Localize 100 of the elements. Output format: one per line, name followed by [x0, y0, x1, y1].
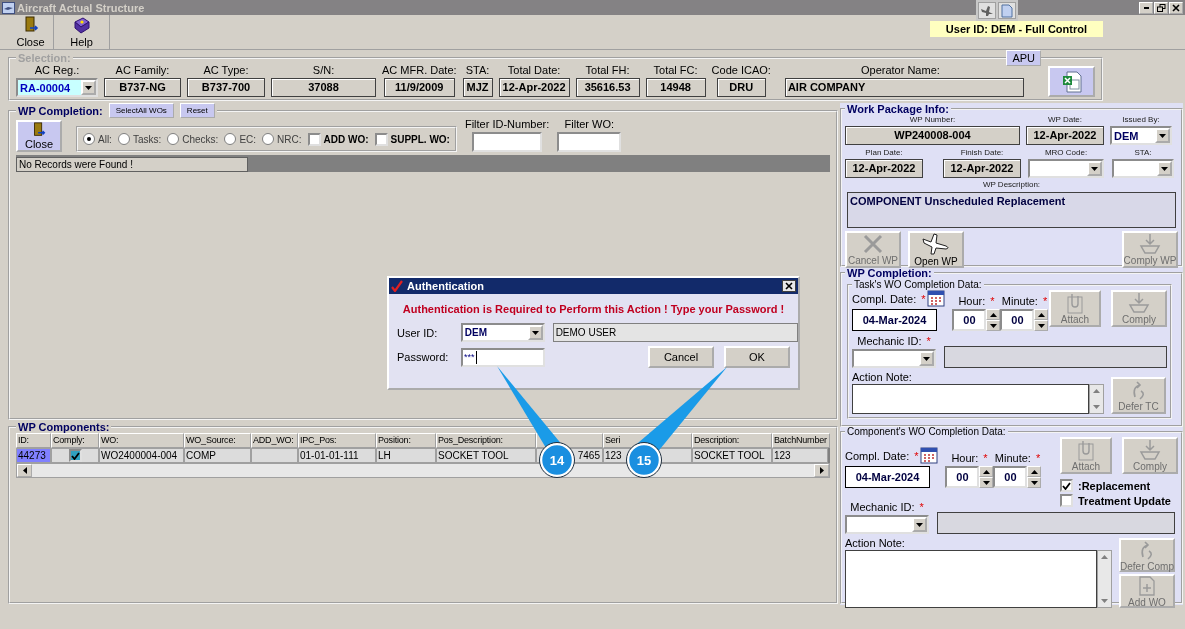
- field-label: S/N:: [312, 64, 335, 76]
- required-mark: *: [990, 295, 995, 307]
- spin-down-button[interactable]: [979, 477, 994, 488]
- close-button[interactable]: [782, 280, 796, 292]
- scroll-down-icon: [1093, 405, 1100, 409]
- up-arrow-icon: [983, 469, 990, 474]
- dialog-button[interactable]: Cancel: [648, 346, 714, 368]
- spin-down-button[interactable]: [986, 320, 1001, 331]
- spin-up-button[interactable]: [979, 466, 994, 477]
- field-label: Total FH:: [585, 64, 630, 76]
- display-field: DEMO USER: [552, 323, 798, 342]
- radio-button[interactable]: Checks:: [167, 133, 219, 145]
- airplane-tool-button[interactable]: [978, 2, 996, 19]
- dropdown[interactable]: [845, 515, 929, 534]
- input-field[interactable]: [472, 132, 543, 152]
- column-header: WO:: [99, 433, 184, 448]
- note-field[interactable]: [845, 550, 1097, 608]
- radio-button[interactable]: EC:: [224, 133, 257, 145]
- stamp-icon: [1127, 292, 1151, 314]
- radio-button[interactable]: NRC:: [262, 133, 302, 145]
- dropdown[interactable]: DEM: [460, 323, 545, 342]
- window-title: Aircraft Actual Structure: [17, 1, 145, 14]
- checkbox[interactable]: SUPPL. WO:: [374, 132, 450, 146]
- spin-down-button[interactable]: [1027, 477, 1042, 488]
- field-label: Mechanic ID:: [850, 501, 915, 513]
- number-field[interactable]: 00: [952, 309, 987, 331]
- apu-button[interactable]: APU: [1006, 50, 1041, 66]
- display-field: 12-Apr-2022: [943, 159, 1021, 178]
- table-cell: SOCKET TOOL: [436, 448, 536, 463]
- help-button[interactable]: Help: [54, 15, 110, 49]
- close-button[interactable]: Close: [8, 15, 54, 49]
- book-icon: [72, 16, 91, 34]
- table-cell: COMP: [184, 448, 251, 463]
- door-icon: [31, 122, 47, 138]
- dropdown[interactable]: DEM: [1110, 126, 1172, 145]
- field-label: Plan Date:: [865, 148, 903, 157]
- column-header: WO_Source:: [184, 433, 251, 448]
- display-field: 37088: [271, 78, 376, 97]
- display-field: AIR COMPANY: [784, 78, 1024, 97]
- number-field[interactable]: 00: [1000, 309, 1035, 331]
- up-arrow-icon: [990, 312, 997, 317]
- document-icon: [1001, 3, 1013, 18]
- dropdown[interactable]: [852, 349, 936, 368]
- spin-down-button[interactable]: [1034, 320, 1049, 331]
- date-field[interactable]: 04-Mar-2024: [845, 466, 930, 488]
- dialog-button[interactable]: OK: [724, 346, 790, 368]
- field-label: AC Type:: [203, 64, 249, 76]
- required-mark: *: [926, 335, 931, 347]
- column-header: ADD_WO:: [251, 433, 298, 448]
- dropdown[interactable]: [1028, 159, 1104, 178]
- dialog-message: Authentication is Required to Perform this Action ! Type your Password !: [401, 303, 786, 315]
- password-field[interactable]: ***: [461, 347, 545, 367]
- input-field[interactable]: [557, 132, 622, 152]
- up-arrow-icon: [1038, 312, 1045, 317]
- dropdown[interactable]: [1112, 159, 1174, 178]
- spin-up-button[interactable]: [1027, 466, 1042, 477]
- field-label: AC Family:: [115, 64, 170, 76]
- note-field[interactable]: [852, 384, 1089, 414]
- close-button[interactable]: Close: [16, 120, 62, 152]
- checkbox[interactable]: :Replacement: [1060, 479, 1151, 492]
- checkbox[interactable]: [69, 449, 82, 462]
- radio-button[interactable]: All:: [83, 133, 112, 145]
- small-button[interactable]: Reset: [179, 103, 215, 118]
- column-header: Position:: [376, 433, 436, 448]
- stamp-icon: [1138, 439, 1162, 461]
- airplane-icon: [921, 232, 951, 256]
- spin-up-button[interactable]: [986, 309, 1001, 320]
- airplane-icon: [980, 4, 994, 17]
- check-icon: [391, 280, 403, 292]
- restore-button[interactable]: [1154, 1, 1168, 14]
- radio-button[interactable]: Tasks:: [117, 133, 162, 145]
- field-label: Minute:: [994, 452, 1031, 464]
- date-field[interactable]: 04-Mar-2024: [852, 309, 937, 331]
- dropdown[interactable]: RA-00004: [16, 78, 98, 97]
- group-title: WP Completion:: [18, 104, 103, 117]
- display-field: 14948: [645, 78, 706, 97]
- display-field: MJZ: [462, 78, 493, 97]
- minimize-button[interactable]: [1139, 1, 1153, 14]
- minimize-icon: [1143, 6, 1149, 9]
- small-button[interactable]: SelectAll WOs: [108, 103, 174, 118]
- field-label: WP Date:: [1047, 115, 1083, 124]
- checkbox[interactable]: Treatment Update: [1060, 494, 1171, 507]
- number-field[interactable]: 00: [993, 466, 1028, 488]
- spin-up-button[interactable]: [1034, 309, 1049, 320]
- restore-icon: [1156, 3, 1166, 12]
- export-button[interactable]: [1048, 66, 1095, 97]
- open-button[interactable]: Open WP: [908, 231, 964, 268]
- field-label: Code ICAO:: [711, 64, 771, 76]
- checkbox[interactable]: ADD WO:: [307, 132, 369, 146]
- column-header: Pos_Description:: [436, 433, 536, 448]
- close-icon: [785, 282, 793, 290]
- spreadsheet-icon: [1061, 70, 1082, 93]
- display-field: B737-700: [187, 78, 265, 97]
- field-label: Password:: [397, 351, 450, 363]
- number-field[interactable]: 00: [945, 466, 980, 488]
- field-label: Total FC:: [653, 64, 698, 76]
- field-label: STA:: [465, 64, 490, 76]
- check-icon: [71, 451, 80, 460]
- field-label: AC Reg.:: [34, 64, 80, 76]
- group-title: Component's WO Completion Data:: [847, 426, 1006, 437]
